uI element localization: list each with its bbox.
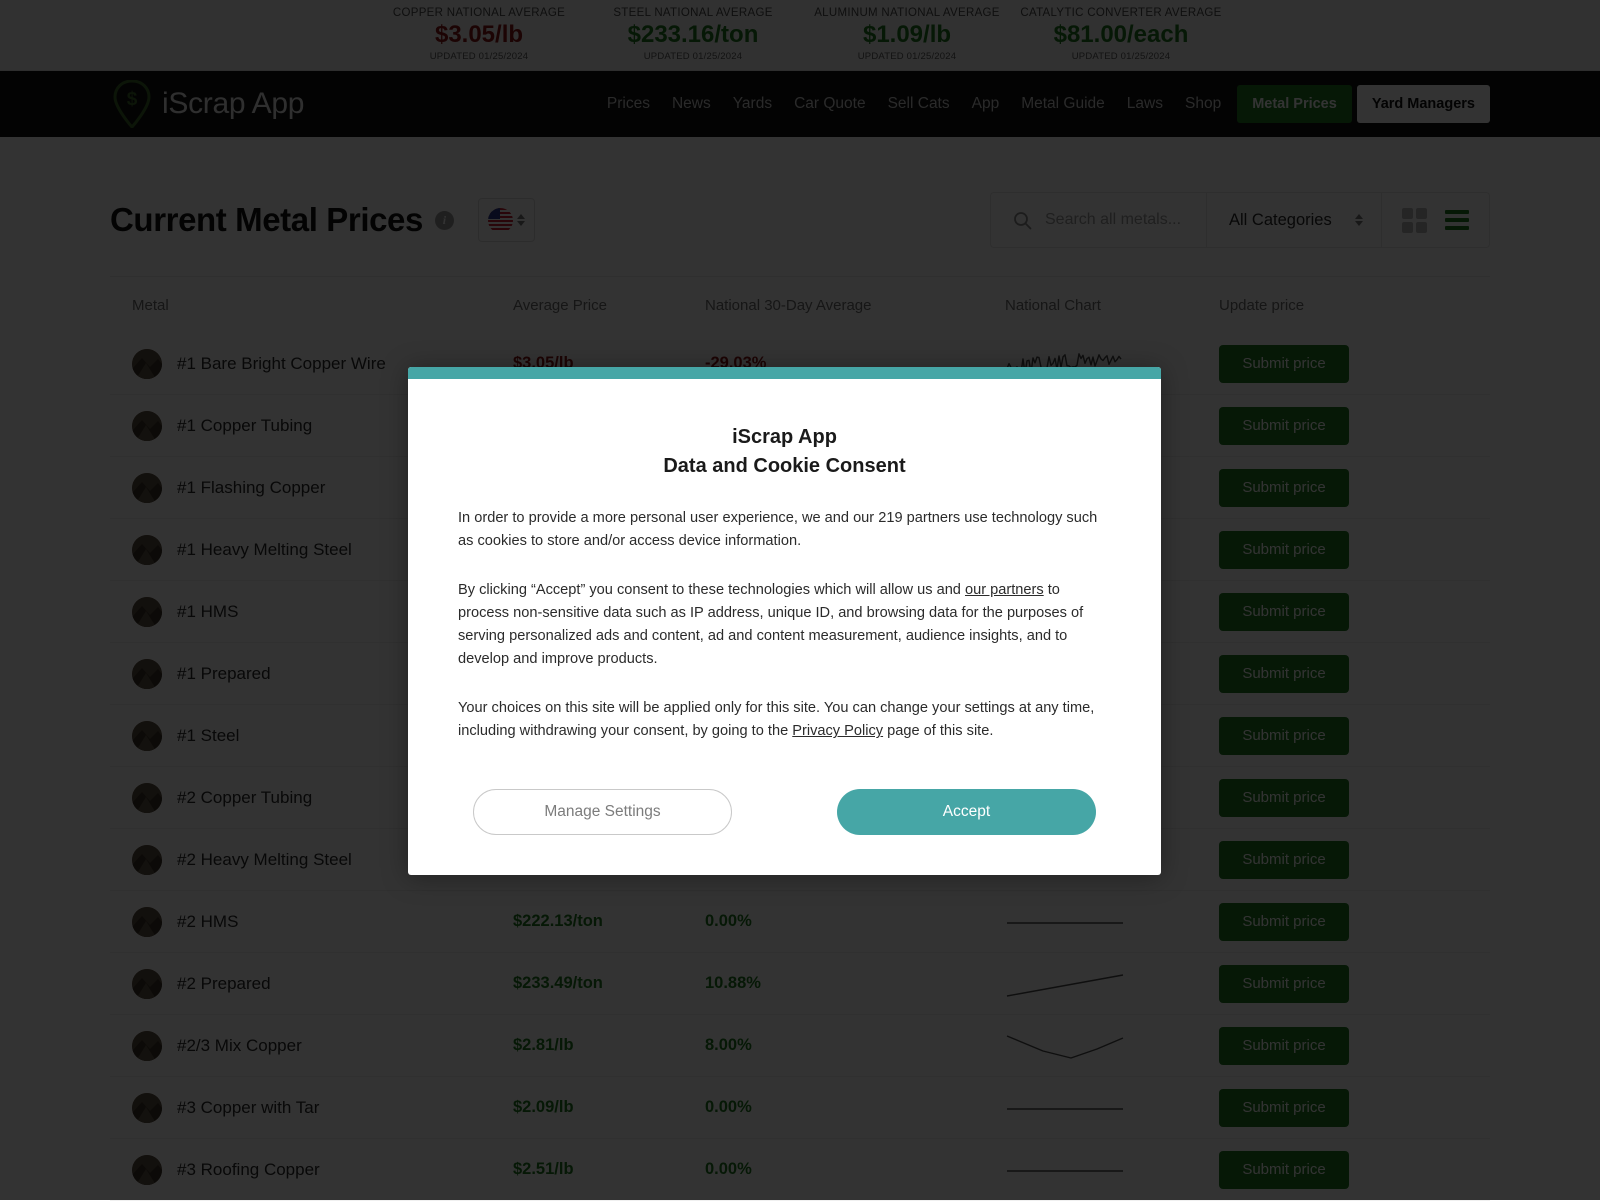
- our-partners-link[interactable]: our partners: [965, 582, 1044, 598]
- dialog-accent-bar: [408, 367, 1161, 379]
- consent-paragraph-3: Your choices on this site will be applie…: [458, 697, 1111, 743]
- privacy-policy-link[interactable]: Privacy Policy: [792, 723, 883, 739]
- consent-p2-pre: By clicking “Accept” you consent to thes…: [458, 582, 965, 598]
- accept-button[interactable]: Accept: [837, 789, 1096, 835]
- consent-paragraph-1: In order to provide a more personal user…: [458, 507, 1111, 553]
- cookie-consent-dialog: iScrap App Data and Cookie Consent In or…: [408, 367, 1161, 875]
- dialog-title-line2: Data and Cookie Consent: [458, 452, 1111, 481]
- dialog-title: iScrap App Data and Cookie Consent: [458, 423, 1111, 481]
- dialog-body: iScrap App Data and Cookie Consent In or…: [408, 379, 1161, 875]
- dialog-actions: Manage Settings Accept: [458, 789, 1111, 835]
- consent-p3-post: page of this site.: [883, 723, 993, 739]
- consent-paragraph-2: By clicking “Accept” you consent to thes…: [458, 579, 1111, 671]
- dialog-title-line1: iScrap App: [458, 423, 1111, 452]
- consent-p3-pre: Your choices on this site will be applie…: [458, 700, 1094, 739]
- manage-settings-button[interactable]: Manage Settings: [473, 789, 732, 835]
